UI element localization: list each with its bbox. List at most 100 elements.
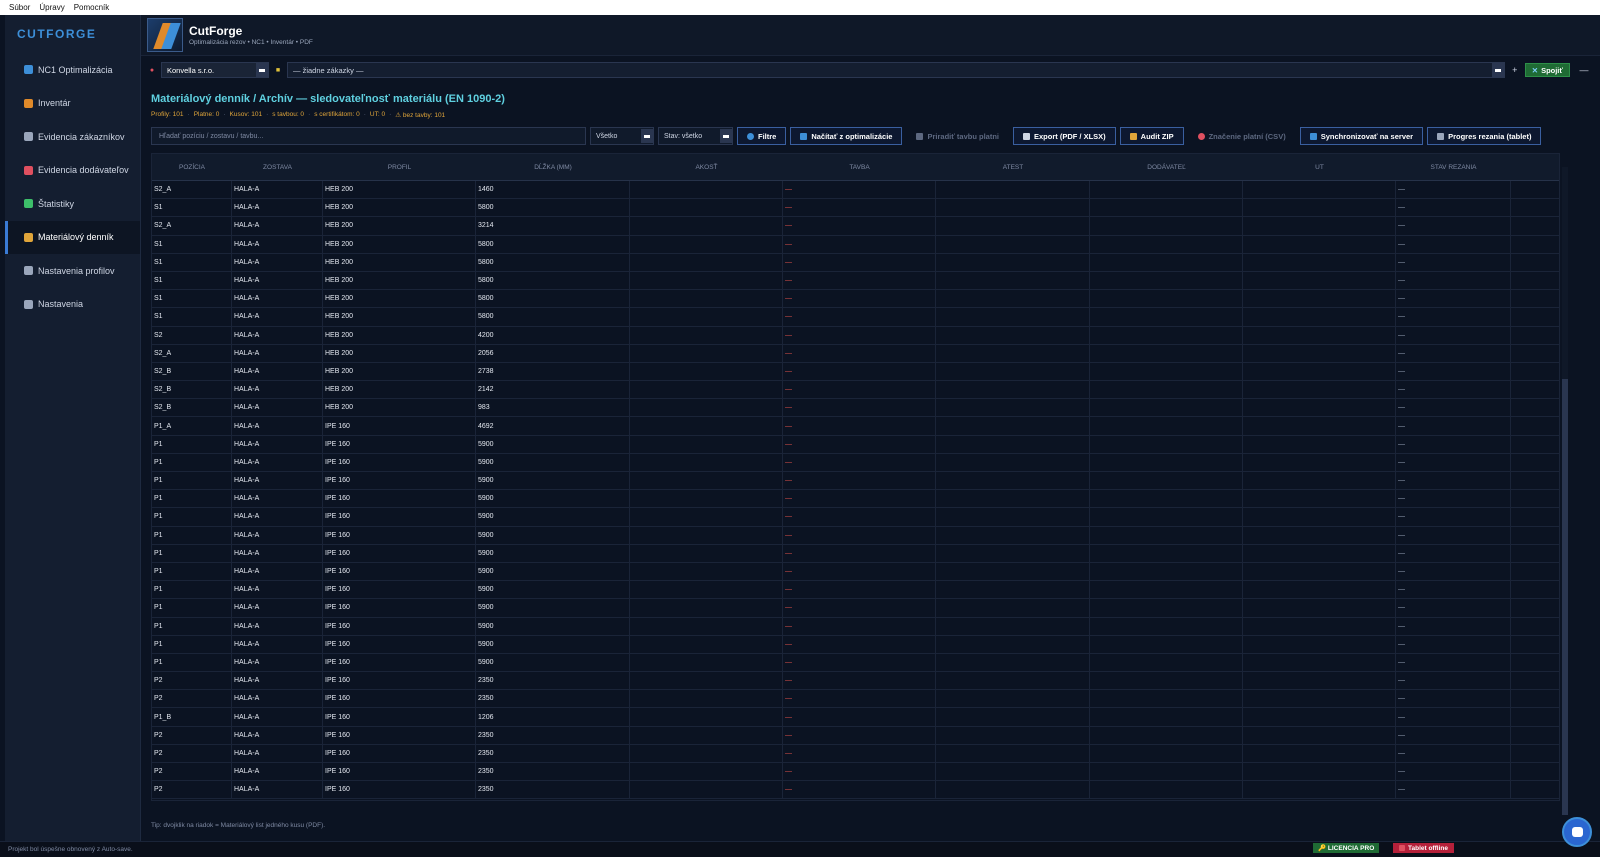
filter-all-select[interactable]: Všetko — [590, 127, 654, 145]
column-header[interactable]: DODÁVATEĽ — [1090, 154, 1243, 180]
load-icon — [800, 132, 808, 140]
table-row[interactable]: P1 HALA-A IPE 160 5900 — — — [152, 544, 1559, 563]
column-header[interactable]: ATEST — [936, 154, 1090, 180]
table-row[interactable]: S2_A HALA-A HEB 200 2056 — — — [152, 344, 1559, 363]
column-header[interactable]: DĹŽKA (MM) — [476, 154, 630, 180]
audit-zip-button[interactable]: Audit ZIP — [1119, 127, 1184, 145]
chevron-down-icon[interactable] — [256, 63, 268, 77]
table-scrollbar[interactable] — [1562, 167, 1568, 815]
table-row[interactable]: S1 HALA-A HEB 200 5800 — — — [152, 308, 1559, 327]
table-row[interactable]: S1 HALA-A HEB 200 5800 — — — [152, 271, 1559, 291]
table-row[interactable]: S2_B HALA-A HEB 200 2738 — — — [152, 362, 1559, 382]
menu-edit[interactable]: Úpravy — [39, 3, 64, 12]
sidebar-item-6[interactable]: Nastavenia profilov — [5, 254, 140, 288]
table-cell-empty — [936, 308, 1090, 326]
sidebar-item-0[interactable]: NC1 Optimalizácia — [5, 53, 140, 87]
column-header[interactable]: UT — [1243, 154, 1396, 180]
table-cell-empty — [1090, 726, 1243, 744]
filters-button[interactable]: Filtre — [737, 127, 787, 145]
sidebar-item-label: Inventár — [38, 98, 71, 109]
table-row[interactable]: P2 HALA-A IPE 160 2350 — — — [152, 744, 1559, 763]
table-row[interactable]: P2 HALA-A IPE 160 2350 — — — [152, 781, 1559, 800]
context-bar: ● Konvella s.r.o. ■ — žiadne zákazky — +… — [141, 60, 1600, 80]
sidebar-item-3[interactable]: Evidencia dodávateľov — [5, 154, 140, 188]
table-row[interactable]: P1 HALA-A IPE 160 5900 — — — [152, 581, 1559, 600]
table-cell-empty — [630, 708, 783, 726]
table-row[interactable]: P2 HALA-A IPE 160 2350 — — — [152, 726, 1559, 745]
customer-select[interactable]: Konvella s.r.o. — [161, 62, 269, 78]
table-row[interactable]: P1 HALA-A IPE 160 5900 — — — [152, 508, 1559, 527]
assign-heat-label: Priradiť tavbu platni — [927, 131, 999, 141]
marking-button[interactable]: Značenie platní (CSV) — [1188, 127, 1296, 145]
table-row[interactable]: S1 HALA-A HEB 200 5800 — — — [152, 199, 1559, 218]
table-row[interactable]: P2 HALA-A IPE 160 2350 — — — [152, 763, 1559, 782]
menu-file[interactable]: Súbor — [9, 3, 30, 12]
table-row[interactable]: P1 HALA-A IPE 160 5900 — — — [152, 599, 1559, 618]
sidebar-item-7[interactable]: Nastavenia — [5, 288, 140, 322]
sidebar-item-5[interactable]: Materiálový denník — [5, 220, 140, 254]
table-row[interactable]: P1 HALA-A IPE 160 5900 — — — [152, 635, 1559, 654]
table-row[interactable]: P2 HALA-A IPE 160 2350 — — — [152, 690, 1559, 709]
table-row[interactable]: P1 HALA-A IPE 160 5900 — — — [152, 490, 1559, 509]
table-row[interactable]: P1 HALA-A IPE 160 5900 — — — [152, 453, 1559, 472]
sidebar-item-1[interactable]: Inventár — [5, 87, 140, 121]
table-row[interactable]: P1 HALA-A IPE 160 5900 — — — [152, 653, 1559, 673]
table-row[interactable]: P1 HALA-A IPE 160 5900 — — — [152, 472, 1559, 491]
table-row[interactable]: P1 HALA-A IPE 160 5900 — — — [152, 562, 1559, 582]
stav-empty: — — [1398, 768, 1405, 776]
stav-cell: — — [1396, 290, 1511, 308]
table-row[interactable]: S2_B HALA-A HEB 200 2142 — — — [152, 381, 1559, 400]
tavba-cell: — — [783, 526, 936, 544]
table-row[interactable]: P1 HALA-A IPE 160 5900 — — — [152, 435, 1559, 454]
table-row[interactable]: S2_B HALA-A HEB 200 983 — — — [152, 399, 1559, 418]
table-row[interactable]: S1 HALA-A HEB 200 5800 — — — [152, 235, 1559, 254]
table-row[interactable]: P1_B HALA-A IPE 160 1206 — — — [152, 708, 1559, 727]
table-row[interactable]: P1 HALA-A IPE 160 5900 — — — [152, 526, 1559, 545]
sync-button[interactable]: Synchronizovať na server — [1299, 127, 1424, 145]
column-header[interactable]: AKOSŤ — [630, 154, 783, 180]
scrollbar-thumb[interactable] — [1562, 379, 1568, 815]
table-row[interactable]: S2_A HALA-A HEB 200 3214 — — — [152, 217, 1559, 236]
table-row[interactable]: P2 HALA-A IPE 160 2350 — — — [152, 672, 1559, 691]
collapse-button[interactable]: — — [1574, 65, 1594, 75]
chevron-down-icon[interactable] — [641, 129, 653, 143]
column-header[interactable]: ZOSTAVA — [232, 154, 323, 180]
tavba-empty: — — [785, 568, 792, 576]
table-row[interactable]: S2 HALA-A HEB 200 4200 — — — [152, 326, 1559, 345]
column-header[interactable]: POZÍCIA — [152, 154, 232, 180]
export-button[interactable]: Export (PDF / XLSX) — [1013, 127, 1116, 145]
table-cell: 5900 — [476, 544, 630, 562]
table-cell-empty — [630, 617, 783, 635]
column-header[interactable]: STAV REZANIA — [1396, 154, 1511, 180]
table-row[interactable]: P1 HALA-A IPE 160 5900 — — — [152, 617, 1559, 636]
table-cell-empty — [630, 417, 783, 435]
table-row[interactable]: S1 HALA-A HEB 200 5800 — — — [152, 253, 1559, 272]
connect-button[interactable]: ✕ Spojiť — [1524, 63, 1570, 77]
table-row[interactable]: S1 HALA-A HEB 200 5800 — — — [152, 290, 1559, 309]
progress-button[interactable]: Progres rezania (tablet) — [1427, 127, 1542, 145]
chevron-down-icon[interactable] — [720, 129, 732, 143]
table-cell: 2350 — [476, 726, 630, 744]
table-cell-empty — [936, 435, 1090, 453]
table-row[interactable]: S2_A HALA-A HEB 200 1460 — — — [152, 181, 1559, 200]
search-input[interactable]: Hľadať pozíciu / zostavu / tavbu... — [151, 127, 586, 145]
add-order-button[interactable]: + — [1509, 65, 1521, 75]
chevron-down-icon[interactable] — [1491, 63, 1504, 77]
sidebar-item-4[interactable]: Štatistiky — [5, 187, 140, 221]
table-cell-empty — [1243, 181, 1396, 199]
menu-help[interactable]: Pomocník — [74, 3, 110, 12]
load-button[interactable]: Načítať z optimalizácie — [790, 127, 903, 145]
assign-heat-button[interactable]: Priradiť tavbu platni — [906, 127, 1009, 145]
table-cell: HALA-A — [232, 581, 323, 599]
column-header[interactable]: TAVBA — [783, 154, 936, 180]
table-row[interactable]: P1_A HALA-A IPE 160 4692 — — — [152, 417, 1559, 436]
table-cell: IPE 160 — [323, 726, 476, 744]
sidebar-item-2[interactable]: Evidencia zákazníkov — [5, 120, 140, 154]
tavba-empty: — — [785, 222, 792, 230]
table-cell: IPE 160 — [323, 653, 476, 672]
filter-state-select[interactable]: Stav: všetko — [658, 127, 733, 145]
table-cell-empty — [1243, 744, 1396, 762]
order-select[interactable]: — žiadne zákazky — — [287, 62, 1505, 78]
chat-button[interactable] — [1562, 817, 1592, 847]
column-header[interactable]: PROFIL — [323, 154, 476, 180]
